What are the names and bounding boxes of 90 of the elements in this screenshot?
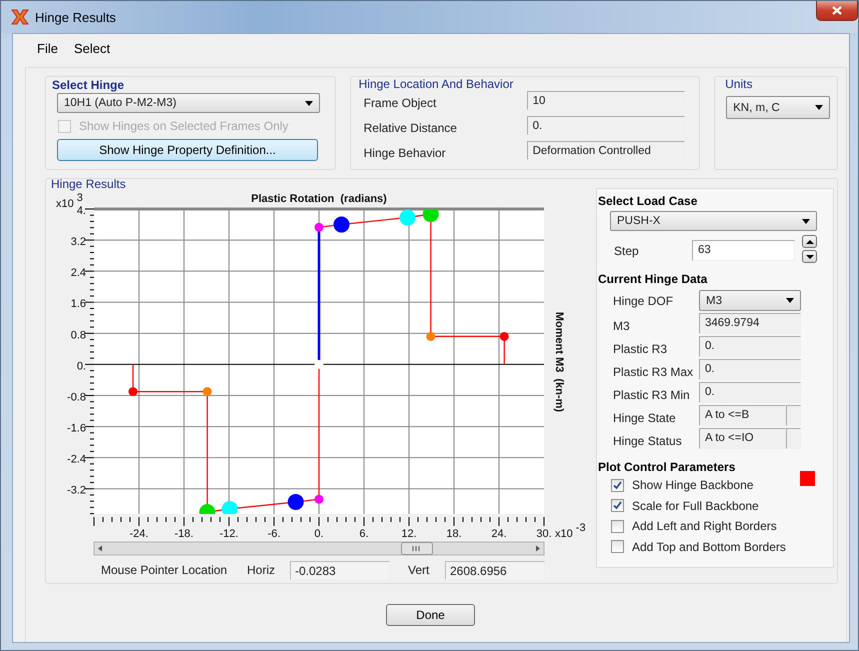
load-case-dropdown[interactable]: PUSH-X <box>610 211 817 231</box>
horiz-field: -0.0283 <box>290 560 390 580</box>
tick-label: 18. <box>446 528 462 540</box>
tick-label: -6. <box>268 528 280 540</box>
value-field: 0. <box>699 382 801 403</box>
value-field: A to <=IO <box>699 428 786 449</box>
value-field: 3469.9794 <box>699 313 801 334</box>
close-icon <box>832 6 842 15</box>
checkbox[interactable] <box>611 478 624 492</box>
axis-title: Moment M3 (kn-m) <box>553 312 565 412</box>
tick-label: -12. <box>220 528 238 540</box>
caret-icon <box>305 100 313 106</box>
close-button[interactable] <box>816 1 858 21</box>
app-icon <box>11 9 29 25</box>
tick-label: 3.2 <box>70 236 86 248</box>
value-field: Deformation Controlled <box>526 141 685 160</box>
color-swatch[interactable] <box>800 471 815 486</box>
tick-label: -3.2 <box>67 484 86 497</box>
checkbox-label: Scale for Full Backbone <box>632 498 759 513</box>
scrollbar-track[interactable] <box>94 542 544 556</box>
tick-label: 1.6 <box>70 298 86 310</box>
vert-field: 2608.6956 <box>445 560 545 580</box>
tick-label: 30. <box>536 528 552 540</box>
spin-down-button[interactable] <box>802 250 817 263</box>
value-field: 0. <box>526 116 685 135</box>
horiz-label: Horiz <box>247 563 276 577</box>
tick-label: 2.4 <box>70 267 86 280</box>
caret-icon <box>815 105 824 110</box>
blank-field <box>786 428 801 449</box>
field-label: Hinge Status <box>612 434 683 448</box>
tick-label: 0. <box>314 528 324 540</box>
caret-icon <box>802 218 810 224</box>
section-title: Select Load Case <box>598 193 698 209</box>
field-label: Plastic R3 <box>612 342 668 356</box>
group-title: Units <box>724 77 754 91</box>
step-field[interactable]: 63 <box>692 240 795 260</box>
scrollbar-thumb[interactable] <box>401 542 433 555</box>
field-label: Frame Object <box>364 96 438 110</box>
scroll-left-icon[interactable] <box>98 546 102 552</box>
menu-item[interactable]: Select <box>66 38 118 58</box>
section-title: Current Hinge Data <box>598 271 708 287</box>
hinge-dropdown[interactable]: 10H1 (Auto P-M2-M3) <box>57 93 320 113</box>
checkbox-label: Add Left and Right Borders <box>632 519 777 534</box>
tick-label: -2.4 <box>67 454 86 466</box>
tick-label: -18. <box>174 528 194 540</box>
checkbox[interactable] <box>611 499 624 512</box>
tick-label: 24. <box>491 528 507 540</box>
checkbox-label: Show Hinges on Selected Frames Only <box>79 119 288 133</box>
scroll-right-icon[interactable] <box>536 546 540 552</box>
field-label: Hinge Behavior <box>364 146 447 160</box>
tick-label: 6. <box>359 528 369 540</box>
group-title: Hinge Location And Behavior <box>358 77 514 91</box>
field-label: Step <box>613 244 640 258</box>
tick-label: 0.8 <box>70 329 86 342</box>
units-dropdown[interactable]: KN, m, C <box>726 96 830 119</box>
done-button[interactable]: Done <box>386 604 475 626</box>
field-label: Relative Distance <box>364 121 458 135</box>
menu-item[interactable]: File <box>29 38 66 58</box>
tick-label: -0.8 <box>67 392 86 404</box>
window-title: Hinge Results <box>35 10 116 24</box>
value-field: 0. <box>699 359 801 380</box>
tick-label: -24. <box>130 528 148 540</box>
section-title: Plot Control Parameters <box>598 459 736 475</box>
value-field: 0. <box>699 336 801 357</box>
field-label: M3 <box>612 318 631 332</box>
blank-field <box>786 405 801 426</box>
show-definition-button[interactable]: Show Hinge Property Definition... <box>57 139 318 161</box>
group-title: Select Hinge <box>51 77 126 93</box>
axis-multiplier: x10 -3 <box>555 522 586 540</box>
checkbox-label: Add Top and Bottom Borders <box>632 540 786 554</box>
spin-up-button[interactable] <box>802 235 817 248</box>
field-label: Plastic R3 Min <box>612 388 691 402</box>
caret-icon <box>786 298 794 303</box>
value-field: 10 <box>526 91 685 110</box>
checkbox[interactable] <box>611 540 624 554</box>
field-label: Hinge State <box>612 410 677 424</box>
tick-label: 0. <box>76 360 86 372</box>
tick-label: 4. <box>76 205 86 217</box>
tick-label: -1.6 <box>67 422 86 435</box>
dof-dropdown[interactable]: M3 <box>699 290 801 311</box>
vert-label: Vert <box>408 563 430 577</box>
checkbox-label: Show Hinge Backbone <box>632 478 754 492</box>
checkbox[interactable] <box>611 520 624 533</box>
value-field: A to <=B <box>699 405 786 426</box>
tick-label: 12. <box>401 528 417 540</box>
group-title: Hinge Results <box>50 179 127 190</box>
pointer-location-label: Mouse Pointer Location <box>101 563 228 577</box>
field-label: Plastic R3 Max <box>612 364 694 378</box>
chart-title: Plastic Rotation (radians) <box>251 193 387 205</box>
field-label: Hinge DOF <box>612 294 674 308</box>
